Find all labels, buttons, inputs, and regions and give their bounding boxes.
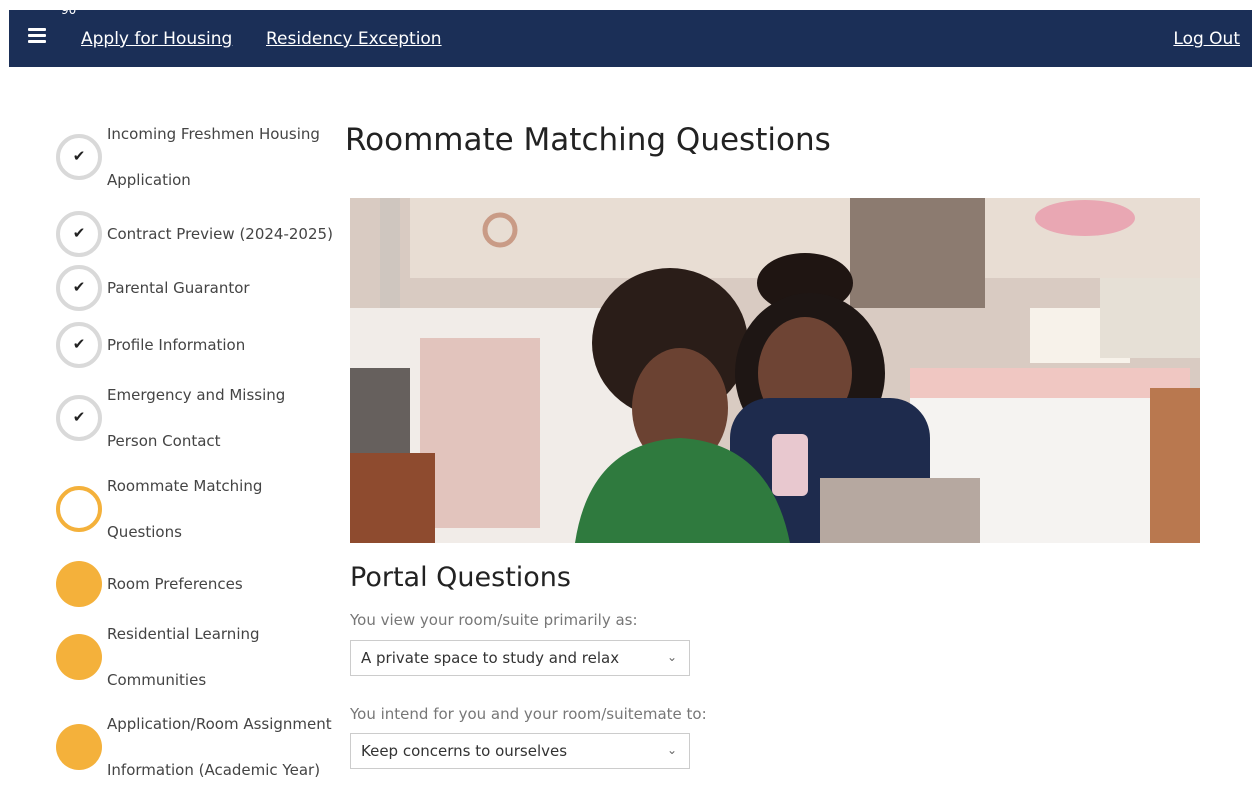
page-title: Roommate Matching Questions [345,122,831,158]
dorm-room-photo [350,198,1200,543]
residency-exception-link[interactable]: Residency Exception [266,29,442,49]
step-label: Profile Information [107,336,246,354]
step-label: Residential Learning [107,625,260,643]
question-2-dropdown[interactable]: Keep concerns to ourselves ⌄ [350,733,690,769]
checkmark-icon [56,134,102,180]
step-label: Communities [107,671,207,689]
checkmark-icon [56,395,102,441]
hamburger-menu-icon[interactable] [28,28,46,44]
question-1-dropdown[interactable]: A private space to study and relax ⌄ [350,640,690,676]
step-label: Emergency and Missing [107,386,286,404]
checkmark-icon [56,322,102,368]
notification-badge: 90 [61,3,77,17]
step-label: Room Preferences [107,575,243,593]
checkmark-icon [56,211,102,257]
question-label: You view your room/suite primarily as: [350,611,638,629]
pending-step-dot-icon [56,561,102,607]
step-label: Incoming Freshmen Housing [107,125,320,143]
chevron-down-icon: ⌄ [666,650,677,664]
apply-for-housing-link[interactable]: Apply for Housing [81,29,232,49]
step-label: Parental Guarantor [107,279,250,297]
question-label: You intend for you and your room/suitema… [350,705,707,723]
log-out-link[interactable]: Log Out [1173,29,1240,49]
step-label: Information (Academic Year) [107,761,321,779]
step-label: Contract Preview (2024-2025) [107,225,333,243]
pending-step-dot-icon [56,634,102,680]
chevron-down-icon: ⌄ [666,743,677,757]
step-label: Application/Room Assignment [107,715,332,733]
step-label: Questions [107,523,182,541]
step-label: Roommate Matching [107,477,263,495]
step-label: Person Contact [107,432,221,450]
dropdown-value: A private space to study and relax [361,649,620,667]
current-step-ring-icon [56,486,102,532]
top-nav-bar: 90 Apply for Housing Residency Exception… [9,3,1252,67]
section-title: Portal Questions [350,562,571,593]
dropdown-value: Keep concerns to ourselves [361,742,568,760]
checkmark-icon [56,265,102,311]
step-label: Application [107,171,191,189]
pending-step-dot-icon [56,724,102,770]
